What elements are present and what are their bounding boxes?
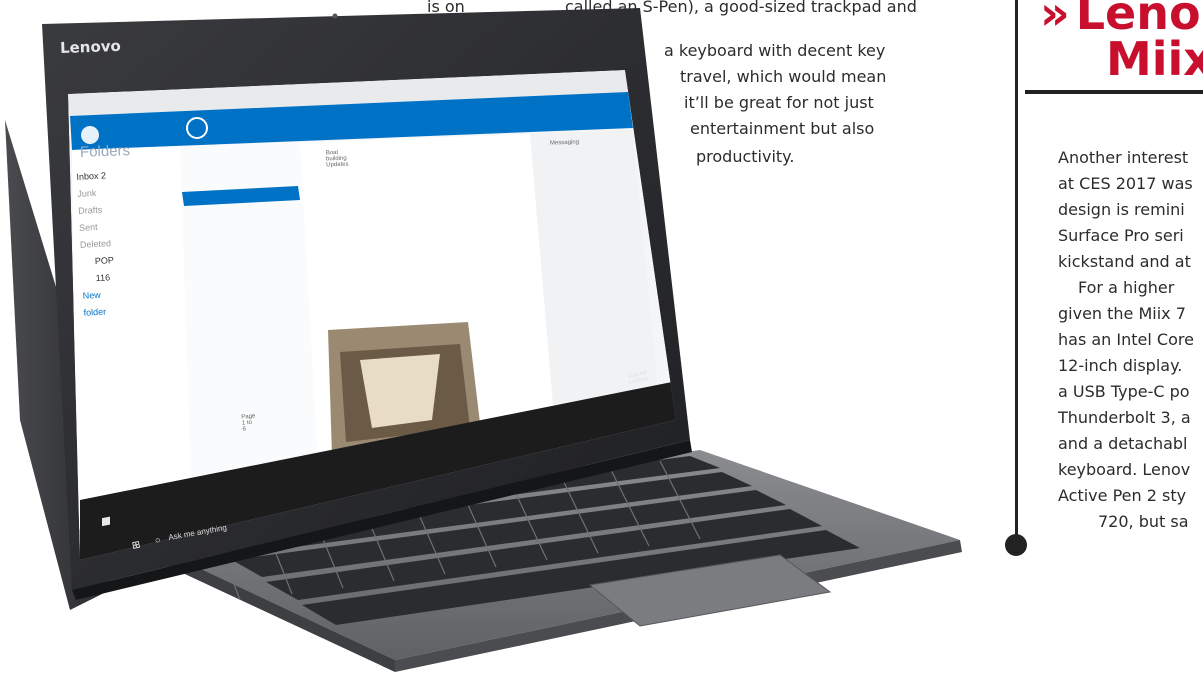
- reading-pane-title: Boat building Updates: [325, 149, 349, 169]
- chevron-icon: »: [1040, 0, 1070, 40]
- sidebar-text-line: design is remini: [1058, 200, 1185, 219]
- message-list-pager: Page 1 to 6: [241, 413, 256, 433]
- article-line-5: it’ll be great for not just: [684, 93, 874, 112]
- folder-item-junk[interactable]: Junk: [77, 184, 111, 203]
- folder-item-pop[interactable]: POP 116: [80, 252, 115, 288]
- sidebar-text-line: has an Intel Core: [1058, 330, 1194, 349]
- article-line-4: travel, which would mean: [680, 67, 887, 86]
- sidebar-text-line: kickstand and at: [1058, 252, 1191, 271]
- sidebar-text-line: given the Miix 7: [1058, 304, 1186, 323]
- sidebar-heading-rule: [1025, 90, 1203, 94]
- sidebar-text-line: Thunderbolt 3, a: [1058, 408, 1191, 427]
- sidebar-heading-line2: Miix: [1106, 32, 1203, 86]
- folder-item-sent[interactable]: Sent: [79, 218, 113, 237]
- sidebar-rule-end-dot: [1005, 534, 1027, 556]
- sidebar-text-line: 720, but sa: [1098, 512, 1189, 531]
- sidebar-text-line: For a higher: [1078, 278, 1175, 297]
- folder-item-inbox[interactable]: Inbox 2: [76, 167, 110, 186]
- article-line-7: productivity.: [696, 147, 795, 166]
- folder-item-new-folder[interactable]: New folder: [82, 286, 117, 322]
- lenovo-logo: Lenovo: [59, 36, 122, 58]
- sidebar-text-line: 12-inch display.: [1058, 356, 1183, 375]
- article-line-1: is on: [427, 0, 465, 16]
- sidebar-heading: » Leno Miix: [1040, 0, 1203, 82]
- folder-item-deleted[interactable]: Deleted: [80, 235, 114, 254]
- sidebar-text-line: a USB Type-C po: [1058, 382, 1190, 401]
- outlook-folders-heading: Folders: [79, 142, 131, 161]
- sidebar-text-line: Another interest: [1058, 148, 1189, 167]
- sidebar-text-line: Active Pen 2 sty: [1058, 486, 1187, 505]
- article-line-2: called an S-Pen), a good-sized trackpad …: [565, 0, 917, 16]
- article-line-3: a keyboard with decent key: [664, 41, 886, 60]
- sidebar-text-line: and a detachabl: [1058, 434, 1188, 453]
- sidebar-vertical-rule: [1015, 0, 1018, 545]
- start-icon[interactable]: ⊞: [131, 539, 141, 551]
- sidebar-text-line: at CES 2017 was: [1058, 174, 1193, 193]
- messaging-pane-label: Messaging: [549, 139, 580, 147]
- sidebar-text-line: keyboard. Lenov: [1058, 460, 1191, 479]
- article-line-6: entertainment but also: [690, 119, 875, 138]
- sidebar-text-line: Surface Pro seri: [1058, 226, 1184, 245]
- folder-item-drafts[interactable]: Drafts: [78, 201, 112, 220]
